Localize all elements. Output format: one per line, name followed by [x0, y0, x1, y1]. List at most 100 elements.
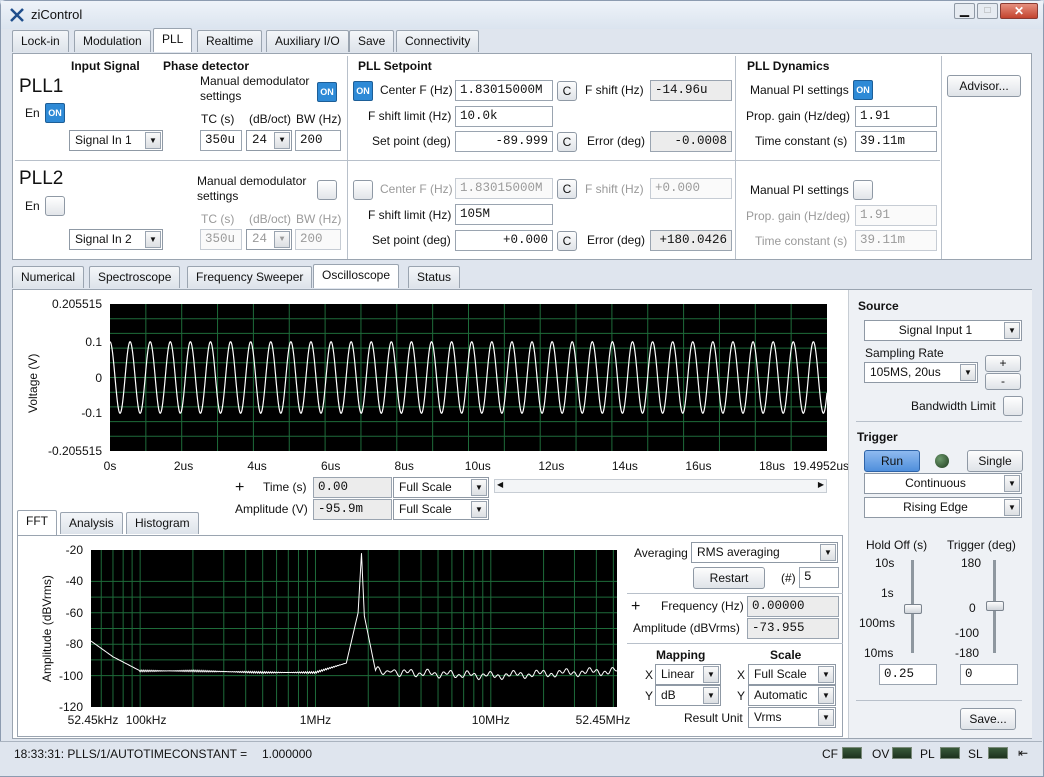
pll1-setpoint-field[interactable]: -89.999	[455, 131, 553, 152]
pll2-center-f-toggle[interactable]	[353, 180, 373, 200]
tab-oscilloscope[interactable]: Oscilloscope	[313, 264, 400, 288]
cursor-time-scale-value: Full Scale	[399, 480, 452, 494]
pll1-fshift-limit-field[interactable]: 10.0k	[455, 106, 553, 127]
maximize-button[interactable]: □	[977, 3, 998, 19]
minimize-button[interactable]: ▁	[954, 3, 975, 19]
chevron-left-icon[interactable]: ◀	[497, 480, 503, 489]
scope-scrollbar[interactable]: ◀ ▶	[494, 479, 827, 493]
pll2-manual-demod-toggle[interactable]	[317, 180, 337, 200]
tab-save[interactable]: Save	[349, 30, 395, 52]
scale-x-value: Full Scale	[754, 667, 807, 681]
pll2-setpoint-field[interactable]: +0.000	[455, 230, 553, 251]
fft-y-tick: -20	[65, 543, 83, 557]
sampling-decrease-button[interactable]: -	[985, 373, 1021, 390]
ov-led	[892, 747, 912, 759]
pll1-manual-demod-label: Manual demodulator settings	[200, 74, 310, 103]
averaging-select[interactable]: RMS averaging ▼	[691, 542, 838, 563]
pll2-manual-pi-toggle[interactable]	[853, 180, 873, 200]
tab-lock-in[interactable]: Lock-in	[12, 30, 69, 52]
restart-button[interactable]: Restart	[693, 567, 765, 589]
run-button[interactable]: Run	[864, 450, 920, 472]
tab-pll[interactable]: PLL	[153, 28, 193, 52]
trigger-status-led	[935, 454, 949, 468]
tab-fft[interactable]: FFT	[17, 510, 57, 536]
scope-x-tick: 10us	[464, 459, 491, 473]
pll2-center-f-copy-button[interactable]: C	[557, 179, 577, 199]
single-button[interactable]: Single	[967, 450, 1023, 472]
pll1-prop-gain-field[interactable]: 1.91	[855, 106, 937, 127]
pll1-time-const-field[interactable]: 39.11m	[855, 131, 937, 152]
pll1-manual-pi-toggle[interactable]: ON	[853, 80, 873, 100]
holdoff-tick-10ms: 10ms	[864, 646, 894, 660]
mapping-x-select[interactable]: Linear ▼	[655, 664, 721, 685]
pll1-center-f-field[interactable]: 1.83015000M	[455, 80, 553, 101]
pll2-setpoint-copy-button[interactable]: C	[557, 231, 577, 251]
pll2-bw-label: BW (Hz)	[296, 212, 342, 226]
chevron-right-icon[interactable]: ▶	[818, 480, 824, 489]
advisor-button[interactable]: Advisor...	[947, 75, 1021, 97]
tab-spectroscope[interactable]: Spectroscope	[89, 266, 181, 288]
pl-led	[940, 747, 960, 759]
tab-analysis[interactable]: Analysis	[60, 512, 123, 534]
oscilloscope-panel: Voltage (V) 0.205515 0.1 0 -0.1 -0.205515 0s…	[12, 289, 1032, 739]
scope-y-tick: 0.1	[85, 334, 102, 349]
holdoff-slider-thumb[interactable]	[904, 604, 922, 614]
fft-plot[interactable]	[90, 550, 618, 707]
collapse-icon[interactable]: ⇤	[1018, 746, 1028, 760]
pll1-input-select[interactable]: Signal In 1 ▼	[69, 130, 163, 151]
sampling-select[interactable]: 105MS, 20us ▼	[864, 362, 978, 383]
trigger-level-slider-thumb[interactable]	[986, 601, 1004, 611]
scale-y-select[interactable]: Automatic ▼	[748, 685, 836, 706]
pll1-tc-field[interactable]: 350u	[200, 130, 242, 151]
pll2-input-select[interactable]: Signal In 2 ▼	[69, 229, 163, 250]
tab-numerical[interactable]: Numerical	[12, 266, 85, 288]
scope-y-tick: -0.205515	[47, 444, 102, 458]
pll1-center-f-toggle[interactable]: ON	[353, 81, 373, 101]
pll1-enable-toggle[interactable]: ON	[45, 103, 65, 123]
pll1-setpoint-label: Set point (deg)	[372, 134, 451, 148]
fft-x-tick: 1MHz	[299, 713, 332, 727]
pll2-enable-toggle[interactable]	[45, 196, 65, 216]
pll1-bw-field[interactable]: 200	[295, 130, 341, 151]
crosshair-icon[interactable]: +	[235, 479, 244, 497]
pll1-slope-select[interactable]: 24 ▼	[246, 130, 292, 151]
holdoff-field[interactable]: 0.25	[879, 664, 937, 685]
source-value: Signal Input 1	[898, 323, 973, 337]
save-button[interactable]: Save...	[960, 708, 1016, 730]
trigger-edge-select[interactable]: Rising Edge ▼	[864, 497, 1022, 518]
count-field[interactable]: 5	[799, 567, 839, 588]
scope-y-tick: -0.1	[81, 406, 102, 421]
fft-y-tick: -100	[58, 668, 83, 683]
mapping-x-label: X	[645, 668, 654, 682]
scale-x-select[interactable]: Full Scale ▼	[748, 664, 836, 685]
tab-status[interactable]: Status	[408, 266, 461, 288]
bandwidth-limit-toggle[interactable]	[1003, 396, 1023, 416]
pll1-slope-label: (dB/oct)	[249, 112, 292, 126]
mapping-y-select[interactable]: dB ▼	[655, 685, 721, 706]
cursor-amp-scale-select[interactable]: Full Scale ▼	[393, 499, 489, 520]
close-button[interactable]: ✕	[1000, 3, 1038, 19]
sampling-increase-button[interactable]: +	[985, 355, 1021, 372]
tab-modulation[interactable]: Modulation	[74, 30, 151, 52]
pll1-center-f-copy-button[interactable]: C	[557, 81, 577, 101]
pll2-fshift-limit-field[interactable]: 105M	[455, 204, 553, 225]
pll2-time-const-field: 39.11m	[855, 230, 937, 251]
pll1-manual-demod-toggle[interactable]: ON	[317, 82, 337, 102]
pll2-slope-value: 24	[252, 232, 268, 246]
tab-frequency-sweeper[interactable]: Frequency Sweeper	[187, 266, 313, 288]
holdoff-tick-10s: 10s	[875, 556, 895, 570]
fft-crosshair-icon[interactable]: +	[631, 598, 640, 616]
scope-plot[interactable]	[109, 304, 828, 451]
source-select[interactable]: Signal Input 1 ▼	[864, 320, 1022, 341]
pll1-error-label: Error (deg)	[587, 134, 646, 148]
tab-connectivity[interactable]: Connectivity	[396, 30, 480, 52]
result-unit-select[interactable]: Vrms ▼	[748, 707, 836, 728]
cursor-time-scale-select[interactable]: Full Scale ▼	[393, 477, 489, 498]
tab-histogram[interactable]: Histogram	[126, 512, 199, 534]
trigger-level-field[interactable]: 0	[960, 664, 1018, 685]
pll1-setpoint-copy-button[interactable]: C	[557, 132, 577, 152]
tab-auxiliary-io[interactable]: Auxiliary I/O	[266, 30, 349, 52]
trigger-mode-select[interactable]: Continuous ▼	[864, 473, 1022, 494]
scope-ylabel: Voltage (V)	[26, 353, 40, 413]
tab-realtime[interactable]: Realtime	[197, 30, 263, 52]
